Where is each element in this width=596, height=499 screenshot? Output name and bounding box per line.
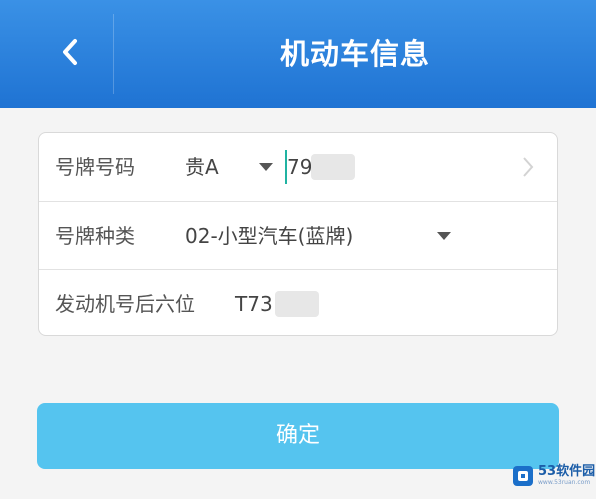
chevron-down-icon (437, 232, 451, 240)
plate-type-row[interactable]: 号牌种类 02-小型汽车(蓝牌) (39, 201, 557, 270)
top-bar: 机动车信息 (0, 0, 596, 108)
confirm-button[interactable]: 确定 (37, 403, 559, 469)
watermark-logo-icon (513, 466, 533, 486)
watermark-text: 53软件园 www.53ruan.com (538, 464, 596, 487)
redacted-plate-digits (311, 154, 355, 180)
engine-number-input[interactable]: T73 (235, 270, 273, 335)
watermark: 53软件园 www.53ruan.com (512, 456, 596, 496)
plate-type-label: 号牌种类 (55, 224, 135, 248)
back-arrow-icon (63, 39, 77, 65)
engine-number-label: 发动机号后六位 (55, 292, 195, 316)
plate-prefix-value: 贵A (185, 155, 219, 179)
watermark-url: www.53ruan.com (538, 479, 591, 486)
plate-type-value: 02-小型汽车(蓝牌) (185, 224, 354, 248)
plate-number-label: 号牌号码 (55, 155, 135, 179)
redacted-engine-digits (275, 291, 319, 317)
page-title: 机动车信息 (279, 37, 430, 71)
plate-number-row: 号牌号码 贵A 79 (39, 133, 557, 201)
engine-number-row: 发动机号后六位 T73 (39, 269, 557, 335)
plate-prefix-select[interactable]: 贵A (179, 133, 279, 201)
chevron-down-icon (259, 163, 273, 171)
vehicle-info-form: 号牌号码 贵A 79 号牌种类 02-小型汽车(蓝牌) 发动机号后六位 T73 (38, 132, 558, 336)
back-button[interactable] (40, 20, 100, 84)
plate-number-input[interactable]: 79 (287, 133, 312, 201)
chevron-right-icon[interactable] (521, 155, 535, 179)
